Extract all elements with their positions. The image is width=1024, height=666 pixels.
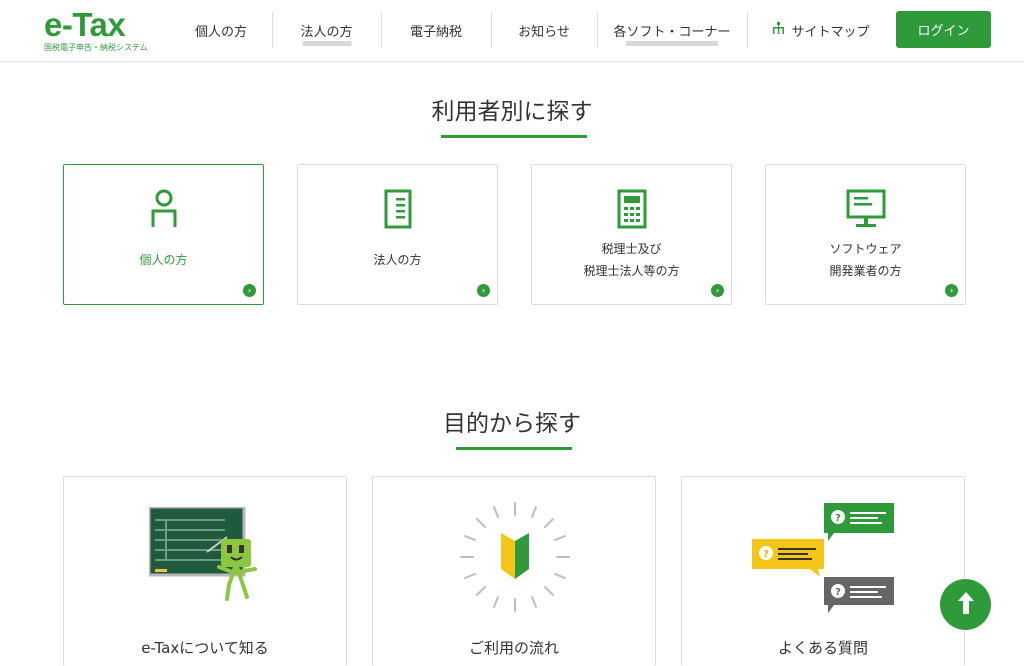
nav-corporate-label: 法人の方 <box>300 24 353 40</box>
svg-text:?: ? <box>835 587 841 598</box>
purpose-card-usage-flow[interactable]: ご利用の流れ <box>372 476 656 666</box>
purpose-card-about-etax[interactable]: e-Taxについて知る <box>63 476 347 666</box>
chevron-right-icon: › <box>243 284 256 297</box>
beginner-mark-icon <box>459 501 571 617</box>
nav-e-payment-label: 電子納税 <box>409 24 462 40</box>
login-button[interactable]: ログイン <box>896 11 991 48</box>
blackboard-character-icon <box>147 505 264 611</box>
nav-individual-label: 個人の方 <box>194 24 247 40</box>
nav-individual[interactable]: 個人の方 <box>170 12 272 48</box>
user-card-label: ソフトウェア <box>829 242 902 256</box>
faq-bubbles-icon: ? ? ? <box>752 501 897 617</box>
svg-text:?: ? <box>835 513 841 524</box>
sitemap-icon <box>772 22 785 38</box>
nav-underline <box>302 41 351 46</box>
nav-underline <box>626 41 718 46</box>
nav-software-corner[interactable]: 各ソフト・コーナー <box>597 12 747 48</box>
logo-sub-text: 国税電子申告・納税システム <box>44 43 148 52</box>
purpose-card-faq[interactable]: ? ? ? よくある質問 <box>681 476 965 666</box>
calculator-icon <box>617 189 647 233</box>
person-icon <box>149 189 179 233</box>
user-card-software-developer[interactable]: ソフトウェア 開発業者の方 › <box>765 164 966 305</box>
nav-sitemap[interactable]: サイトマップ <box>747 12 895 48</box>
purpose-card-label: ご利用の流れ <box>468 639 559 657</box>
nav-e-payment[interactable]: 電子納税 <box>381 12 491 48</box>
arrow-up-icon <box>957 591 975 619</box>
purpose-card-label: よくある質問 <box>777 639 868 657</box>
back-to-top-button[interactable] <box>940 579 991 630</box>
nav-corporate[interactable]: 法人の方 <box>272 12 381 48</box>
login-button-label: ログイン <box>917 24 970 39</box>
purpose-card-label: e-Taxについて知る <box>141 639 269 657</box>
section-user-title-bar <box>441 135 587 138</box>
global-nav: 個人の方 法人の方 電子納税 お知らせ 各ソフト・コーナー サイトマップ <box>170 12 895 48</box>
user-card-corporate[interactable]: 法人の方 › <box>297 164 498 305</box>
nav-news-label: お知らせ <box>518 24 570 40</box>
nav-software-corner-label: 各ソフト・コーナー <box>613 24 731 40</box>
monitor-icon <box>846 189 886 233</box>
chevron-right-icon: › <box>711 284 724 297</box>
svg-text:?: ? <box>763 549 769 560</box>
building-icon <box>383 189 413 233</box>
section-user-title: 利用者別に探す <box>431 99 593 125</box>
site-header: e-Tax 国税電子申告・納税システム 個人の方 法人の方 電子納税 お知らせ … <box>0 0 1024 62</box>
user-card-label: 税理士及び <box>601 242 662 256</box>
user-card-label: 税理士法人等の方 <box>583 264 680 278</box>
user-card-label: 個人の方 <box>139 253 188 267</box>
etax-logo[interactable]: e-Tax 国税電子申告・納税システム <box>44 6 148 54</box>
chevron-right-icon: › <box>945 284 958 297</box>
logo-main-text: e-Tax <box>44 6 126 43</box>
section-purpose-title-bar <box>456 447 572 450</box>
nav-sitemap-label: サイトマップ <box>791 24 870 40</box>
chevron-right-icon: › <box>477 284 490 297</box>
user-card-individual[interactable]: 個人の方 › <box>63 164 264 305</box>
user-card-label: 開発業者の方 <box>829 264 902 278</box>
user-card-tax-accountant[interactable]: 税理士及び 税理士法人等の方 › <box>531 164 732 305</box>
nav-news[interactable]: お知らせ <box>491 12 597 48</box>
user-card-label: 法人の方 <box>373 253 422 267</box>
section-purpose-title: 目的から探す <box>443 411 581 437</box>
